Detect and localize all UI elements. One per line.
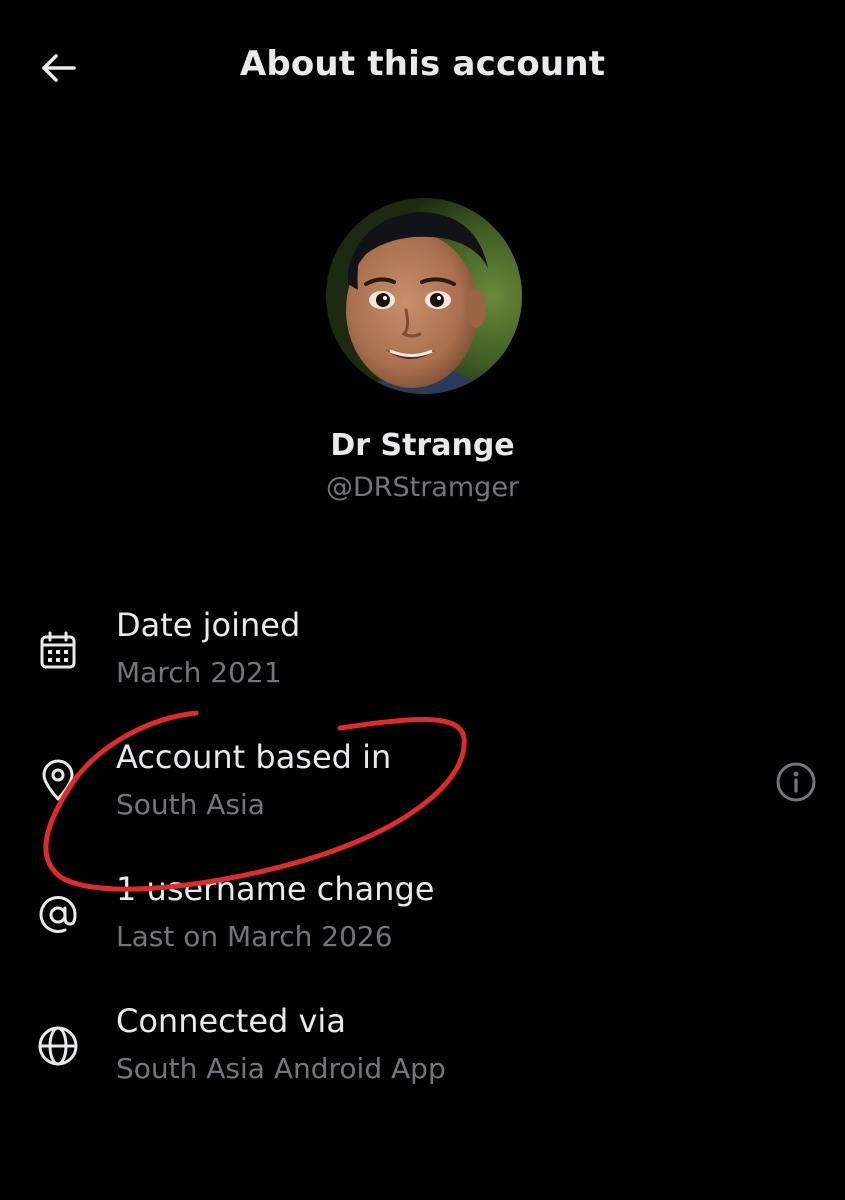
display-name: Dr Strange [330, 428, 515, 463]
info-icon [776, 762, 816, 802]
page-title: About this account [239, 44, 606, 84]
avatar[interactable] [326, 198, 522, 394]
row-subtitle: Last on March 2026 [116, 920, 393, 953]
row-title: Date joined [116, 606, 301, 644]
top-app-bar: About this account [0, 0, 845, 135]
row-title: 1 username change [116, 870, 435, 908]
row-title: Connected via [116, 1002, 346, 1040]
connected-via-row: Connected via South Asia Android App [0, 996, 845, 1106]
row-title: Account based in [116, 738, 392, 776]
date-joined-row: Date joined March 2021 [0, 600, 845, 710]
row-subtitle: March 2021 [116, 656, 282, 689]
at-sign-icon [34, 891, 82, 939]
row-subtitle: South Asia [116, 788, 265, 821]
username-change-row: 1 username change Last on March 2026 [0, 864, 845, 974]
location-pin-icon [34, 756, 82, 804]
username-handle: @DRStramger [325, 472, 520, 503]
globe-icon [34, 1022, 82, 1070]
row-subtitle: South Asia Android App [116, 1052, 446, 1085]
calendar-icon [34, 627, 82, 675]
account-based-in-row: Account based in South Asia [0, 732, 845, 842]
info-button[interactable] [770, 756, 822, 808]
